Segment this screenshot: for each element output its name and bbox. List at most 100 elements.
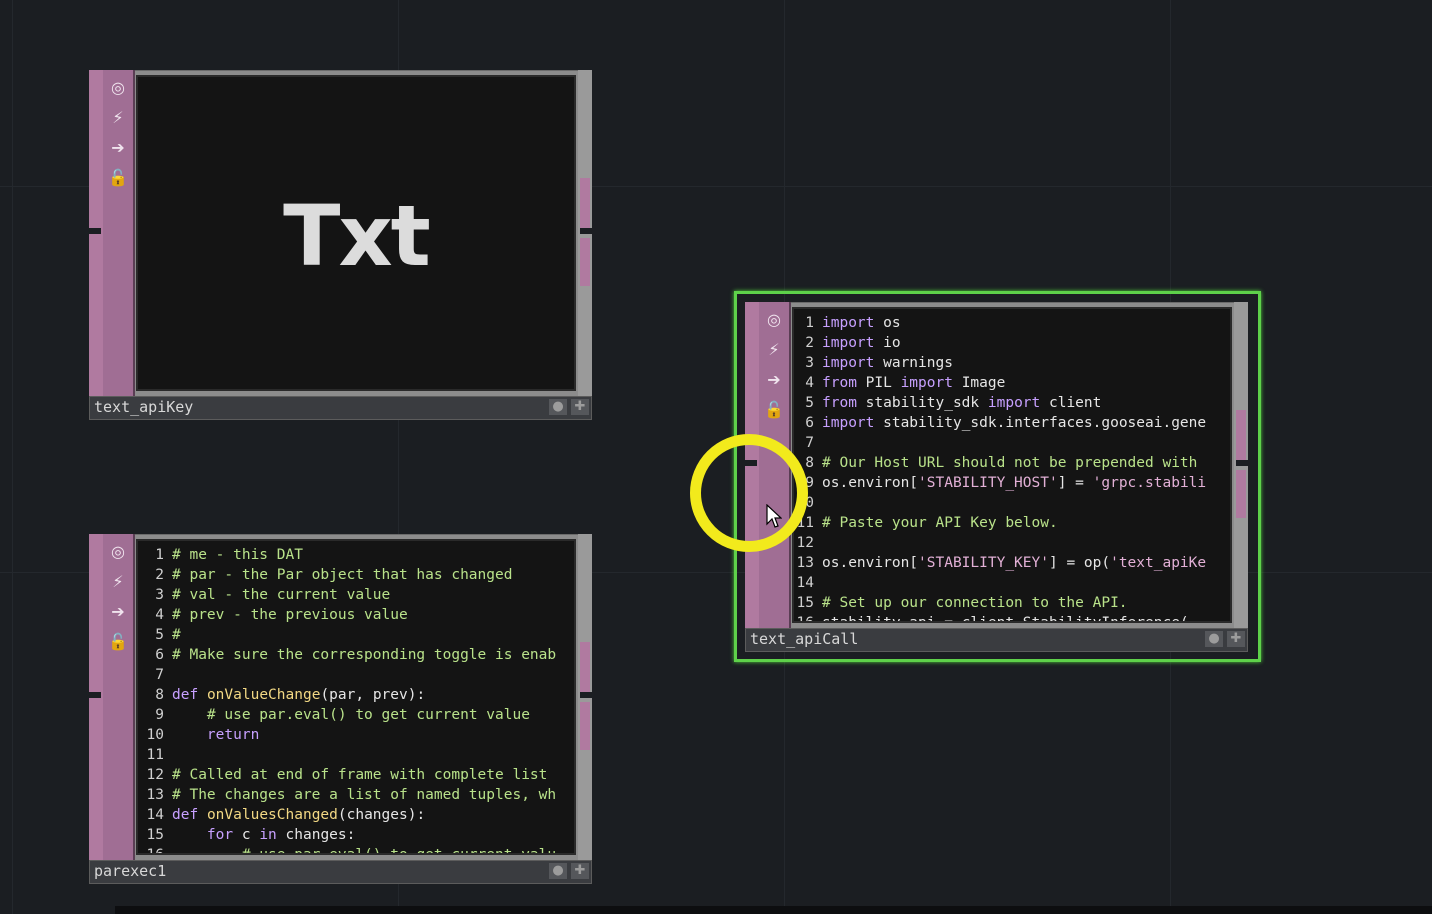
node-icon-column: ◎ ⚡ ➔ 🔓 (103, 534, 135, 860)
code-line: 3 # val - the current value (138, 585, 574, 605)
line-text: # The changes are a list of named tuples… (172, 787, 557, 803)
graph-icon[interactable]: ⚡ (108, 570, 128, 592)
line-number: 7 (805, 435, 814, 451)
node-name[interactable]: text_apiKey (94, 397, 193, 417)
code-line: 15 for c in changes: (138, 825, 574, 845)
code-line: 7 (794, 433, 1230, 453)
lock-icon[interactable]: 🔓 (764, 398, 784, 420)
cursor-highlight-ring (690, 434, 808, 552)
code-line: 16 # use par.eval() to get current valu (138, 845, 574, 855)
line-text: def onValueChange(par, prev): (172, 687, 426, 703)
viewer-toggle-icon[interactable]: ◎ (108, 76, 128, 98)
code-line: 6 # Make sure the corresponding toggle is… (138, 645, 574, 665)
viewer-toggle-icon[interactable]: ◎ (764, 308, 784, 330)
add-button[interactable]: ✚ (571, 399, 589, 415)
line-text: for c in changes: (206, 827, 356, 843)
code-line: 5 # (138, 625, 574, 645)
code-line: 9 os.environ['STABILITY_HOST'] = 'grpc.st… (794, 473, 1230, 493)
line-number: 12 (796, 535, 814, 551)
line-number: 16 (796, 615, 814, 623)
line-number: 3 (805, 355, 814, 371)
line-number: 8 (155, 687, 164, 703)
node-icon-column: ◎ ⚡ ➔ 🔓 (103, 70, 135, 396)
input-connector[interactable] (89, 692, 101, 698)
input-connector[interactable] (89, 228, 101, 234)
add-button[interactable]: ✚ (571, 863, 589, 879)
node-viewer[interactable]: Txt (136, 75, 576, 391)
code-line: 13 os.environ['STABILITY_KEY'] = op('text… (794, 553, 1230, 573)
graph-icon[interactable]: ⚡ (108, 106, 128, 128)
node-name[interactable]: parexec1 (94, 861, 166, 881)
line-number: 4 (155, 607, 164, 623)
line-text: def onValuesChanged(changes): (172, 807, 426, 823)
line-text: # val - the current value (172, 587, 391, 603)
line-text: import stability_sdk.interfaces.gooseai.… (822, 415, 1207, 431)
output-connector[interactable] (580, 642, 590, 692)
line-text: # Called at end of frame with complete l… (172, 767, 548, 783)
code-line: 10 (794, 493, 1230, 513)
node-name-bar[interactable]: parexec1 ● ✚ (89, 860, 592, 884)
line-number: 6 (805, 415, 814, 431)
line-text: # use par.eval() to get current value (206, 707, 530, 723)
line-number: 1 (155, 547, 164, 563)
line-text: return (206, 727, 260, 743)
node-text-apikey[interactable]: ◎ ⚡ ➔ 🔓 Txt text_apiKey ● ✚ (89, 70, 592, 420)
line-text: import io (822, 335, 901, 351)
code-viewer[interactable]: 1 # me - this DAT 2 # par - the Par object … (136, 539, 576, 855)
code-line: 13 # The changes are a list of named tupl… (138, 785, 574, 805)
node-text-apicall[interactable]: ◎ ⚡ ➔ 🔓 1 import os 2 import io 3 import warn… (745, 302, 1248, 652)
line-text: import os (822, 315, 901, 331)
code-line: 12 # Called at end of frame with complete… (138, 765, 574, 785)
bottom-strip (115, 906, 1432, 914)
line-number: 4 (805, 375, 814, 391)
code-line: 4 # prev - the previous value (138, 605, 574, 625)
line-number: 10 (146, 727, 164, 743)
line-text: from PIL import Image (822, 375, 1006, 391)
line-text: # me - this DAT (172, 547, 303, 563)
code-viewer[interactable]: 1 import os 2 import io 3 import warnings 4 fro… (792, 307, 1232, 623)
line-text: # (172, 627, 181, 643)
node-name-bar[interactable]: text_apiCall ● ✚ (745, 628, 1248, 652)
graph-icon[interactable]: ⚡ (764, 338, 784, 360)
code-line: 16 stability_api = client.StabilityInfere… (794, 613, 1230, 623)
line-text: # Our Host URL should not be prepended w… (822, 455, 1198, 471)
line-text: stability_api = client.StabilityInferenc… (822, 615, 1189, 623)
bypass-button[interactable]: ● (1205, 631, 1223, 647)
add-button[interactable]: ✚ (1227, 631, 1245, 647)
arrow-right-icon[interactable]: ➔ (764, 368, 784, 390)
lock-icon[interactable]: 🔓 (108, 630, 128, 652)
node-parexec1[interactable]: ◎ ⚡ ➔ 🔓 1 # me - this DAT 2 # par - the Par… (89, 534, 592, 884)
code-line: 11 (138, 745, 574, 765)
output-connector-notch (580, 228, 592, 234)
output-connector[interactable] (580, 178, 590, 228)
line-text: # Set up our connection to the API. (822, 595, 1128, 611)
viewer-toggle-icon[interactable]: ◎ (108, 540, 128, 562)
line-number: 3 (155, 587, 164, 603)
node-name[interactable]: text_apiCall (750, 629, 858, 649)
output-connector[interactable] (580, 238, 590, 286)
code-line: 2 # par - the Par object that has changed (138, 565, 574, 585)
bypass-button[interactable]: ● (549, 863, 567, 879)
bypass-button[interactable]: ● (549, 399, 567, 415)
line-text: os.environ['STABILITY_HOST'] = 'grpc.sta… (822, 475, 1207, 491)
output-connector[interactable] (1236, 470, 1246, 518)
line-number: 5 (155, 627, 164, 643)
output-connector[interactable] (1236, 410, 1246, 460)
code-line: 11 # Paste your API Key below. (794, 513, 1230, 533)
arrow-right-icon[interactable]: ➔ (108, 136, 128, 158)
output-connector[interactable] (580, 702, 590, 750)
arrow-right-icon[interactable]: ➔ (108, 600, 128, 622)
node-name-bar[interactable]: text_apiKey ● ✚ (89, 396, 592, 420)
line-text: # Make sure the corresponding toggle is … (172, 647, 557, 663)
line-number: 9 (155, 707, 164, 723)
line-number: 1 (805, 315, 814, 331)
line-number: 16 (146, 847, 164, 855)
code-line: 15 # Set up our connection to the API. (794, 593, 1230, 613)
mouse-pointer-icon (766, 504, 782, 528)
lock-icon[interactable]: 🔓 (108, 166, 128, 188)
code-line: 14 def onValuesChanged(changes): (138, 805, 574, 825)
code-line: 6 import stability_sdk.interfaces.gooseai… (794, 413, 1230, 433)
line-number: 15 (146, 827, 164, 843)
code-line: 8 def onValueChange(par, prev): (138, 685, 574, 705)
output-connector-notch (580, 692, 592, 698)
